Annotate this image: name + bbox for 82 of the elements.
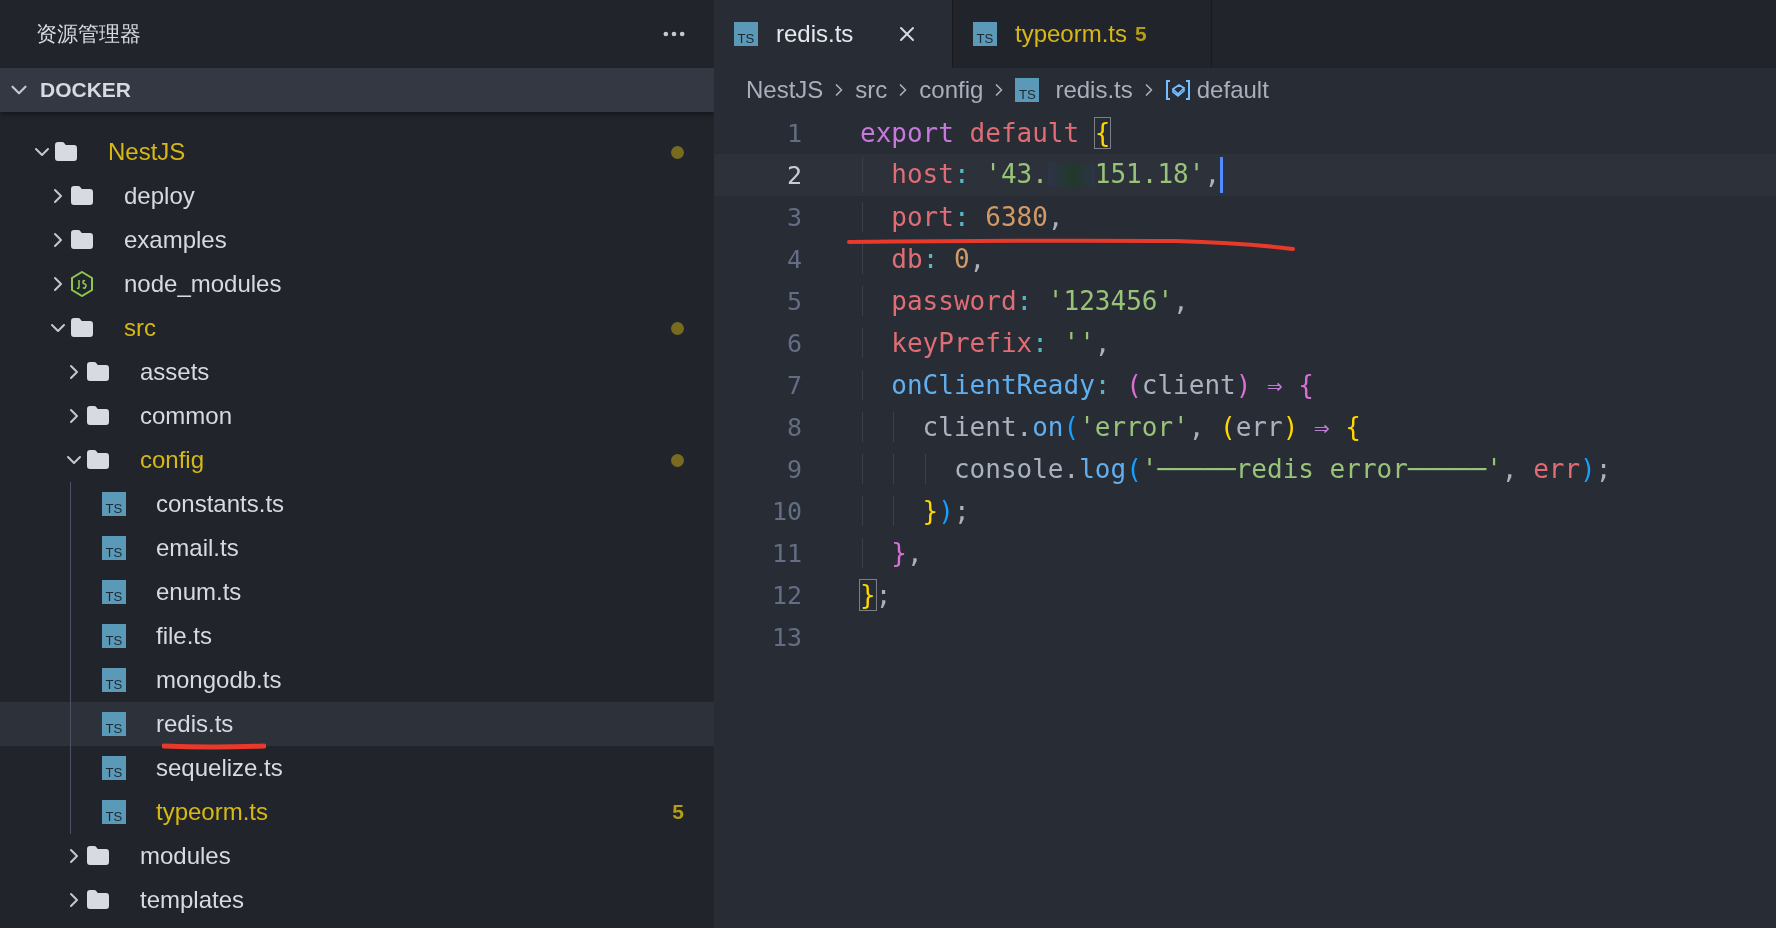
section-header[interactable]: DOCKER bbox=[0, 68, 714, 112]
folder-icon bbox=[70, 228, 94, 252]
folder-icon bbox=[86, 448, 110, 472]
problem-count: 5 bbox=[1135, 22, 1147, 46]
tree-item[interactable]: TS mongodb.ts bbox=[0, 658, 714, 702]
ts-file-icon: TS bbox=[102, 624, 126, 648]
editor-tab[interactable]: TS redis.ts bbox=[714, 0, 953, 68]
tree-item[interactable]: modules bbox=[0, 834, 714, 878]
code-line: password: '123456', bbox=[860, 286, 1189, 316]
line-number: 5 bbox=[785, 286, 802, 316]
tree-item[interactable]: TS file.ts bbox=[0, 614, 714, 658]
breadcrumb-item[interactable]: NestJS bbox=[746, 76, 824, 104]
code-line: }); bbox=[860, 496, 970, 526]
folder-icon bbox=[54, 140, 78, 164]
breadcrumb-item[interactable]: src bbox=[855, 76, 888, 104]
code-line: }, bbox=[860, 538, 923, 568]
line-number: 1 bbox=[785, 118, 802, 148]
folder-icon bbox=[86, 888, 110, 912]
code-line: onClientReady: (client) ⇒ { bbox=[860, 370, 1314, 400]
line-number: 7 bbox=[785, 370, 802, 400]
text-cursor bbox=[1220, 157, 1224, 193]
ts-file-icon: TS bbox=[102, 492, 126, 516]
symbol-icon bbox=[1164, 79, 1191, 101]
line-number: 6 bbox=[785, 328, 802, 358]
tree-item[interactable]: examples bbox=[0, 218, 714, 262]
line-number: 8 bbox=[785, 412, 802, 442]
problem-count: 5 bbox=[672, 800, 684, 824]
tree-item[interactable]: TS constants.ts bbox=[0, 482, 714, 526]
ts-file-icon: TS bbox=[734, 22, 758, 46]
ts-file-icon: TS bbox=[102, 668, 126, 692]
line-number: 3 bbox=[785, 202, 802, 232]
ts-file-icon: TS bbox=[1015, 78, 1040, 102]
hexagon-icon bbox=[70, 271, 94, 297]
tree-item[interactable]: TS enum.ts bbox=[0, 570, 714, 614]
line-number: 4 bbox=[785, 244, 802, 274]
ts-file-icon: TS bbox=[102, 800, 126, 824]
tree-item[interactable]: config bbox=[0, 438, 714, 482]
tab-label: typeorm.ts bbox=[1015, 20, 1128, 48]
code-line: keyPrefix: '', bbox=[860, 328, 1111, 358]
tree-item[interactable]: common bbox=[0, 394, 714, 438]
tree-item[interactable]: templates bbox=[0, 878, 714, 922]
tree-item[interactable]: TS typeorm.ts 5 bbox=[0, 790, 714, 834]
folder-icon bbox=[70, 316, 94, 340]
tree-item[interactable]: deploy bbox=[0, 174, 714, 218]
line-number: 13 bbox=[770, 622, 802, 652]
redaction bbox=[1047, 163, 1095, 187]
code-line: host: '43. 151.18', bbox=[860, 157, 1224, 193]
modified-dot bbox=[671, 321, 684, 335]
ts-file-icon: TS bbox=[102, 536, 126, 560]
tree-item[interactable]: NestJS bbox=[0, 130, 714, 174]
section-title: DOCKER bbox=[40, 78, 131, 102]
folder-icon bbox=[86, 844, 110, 868]
code-line: console.log('─────redis error─────', err); bbox=[860, 454, 1612, 484]
code-line: port: 6380, bbox=[860, 202, 1064, 232]
code-line: }; bbox=[860, 580, 892, 610]
folder-icon bbox=[70, 184, 94, 208]
breadcrumb-item[interactable]: default bbox=[1196, 76, 1269, 104]
code-line: client.on('error', (err) ⇒ { bbox=[860, 412, 1361, 442]
ts-file-icon: TS bbox=[102, 712, 126, 736]
code-line: export default { bbox=[860, 118, 1111, 148]
ts-file-icon: TS bbox=[102, 580, 126, 604]
ts-file-icon: TS bbox=[102, 756, 126, 780]
sidebar-title: 资源管理器 bbox=[36, 21, 141, 47]
ts-file-icon: TS bbox=[973, 22, 997, 46]
line-number: 11 bbox=[770, 538, 802, 568]
tree-item[interactable]: node_modules bbox=[0, 262, 714, 306]
tree-item[interactable]: assets bbox=[0, 350, 714, 394]
tree-item[interactable]: TS email.ts bbox=[0, 526, 714, 570]
code-line: db: 0, bbox=[860, 244, 986, 274]
line-number: 2 bbox=[785, 160, 802, 190]
breadcrumb-item[interactable]: config bbox=[919, 76, 984, 104]
line-number: 10 bbox=[770, 496, 802, 526]
tree-item[interactable]: TS sequelize.ts bbox=[0, 746, 714, 790]
folder-icon bbox=[86, 404, 110, 428]
folder-icon bbox=[86, 360, 110, 384]
breadcrumb-item[interactable]: redis.ts bbox=[1055, 76, 1133, 104]
line-number: 9 bbox=[785, 454, 802, 484]
tab-label: redis.ts bbox=[776, 20, 854, 48]
modified-dot bbox=[671, 145, 684, 159]
tree-item[interactable]: src bbox=[0, 306, 714, 350]
modified-dot bbox=[671, 453, 684, 467]
line-number: 12 bbox=[770, 580, 802, 610]
